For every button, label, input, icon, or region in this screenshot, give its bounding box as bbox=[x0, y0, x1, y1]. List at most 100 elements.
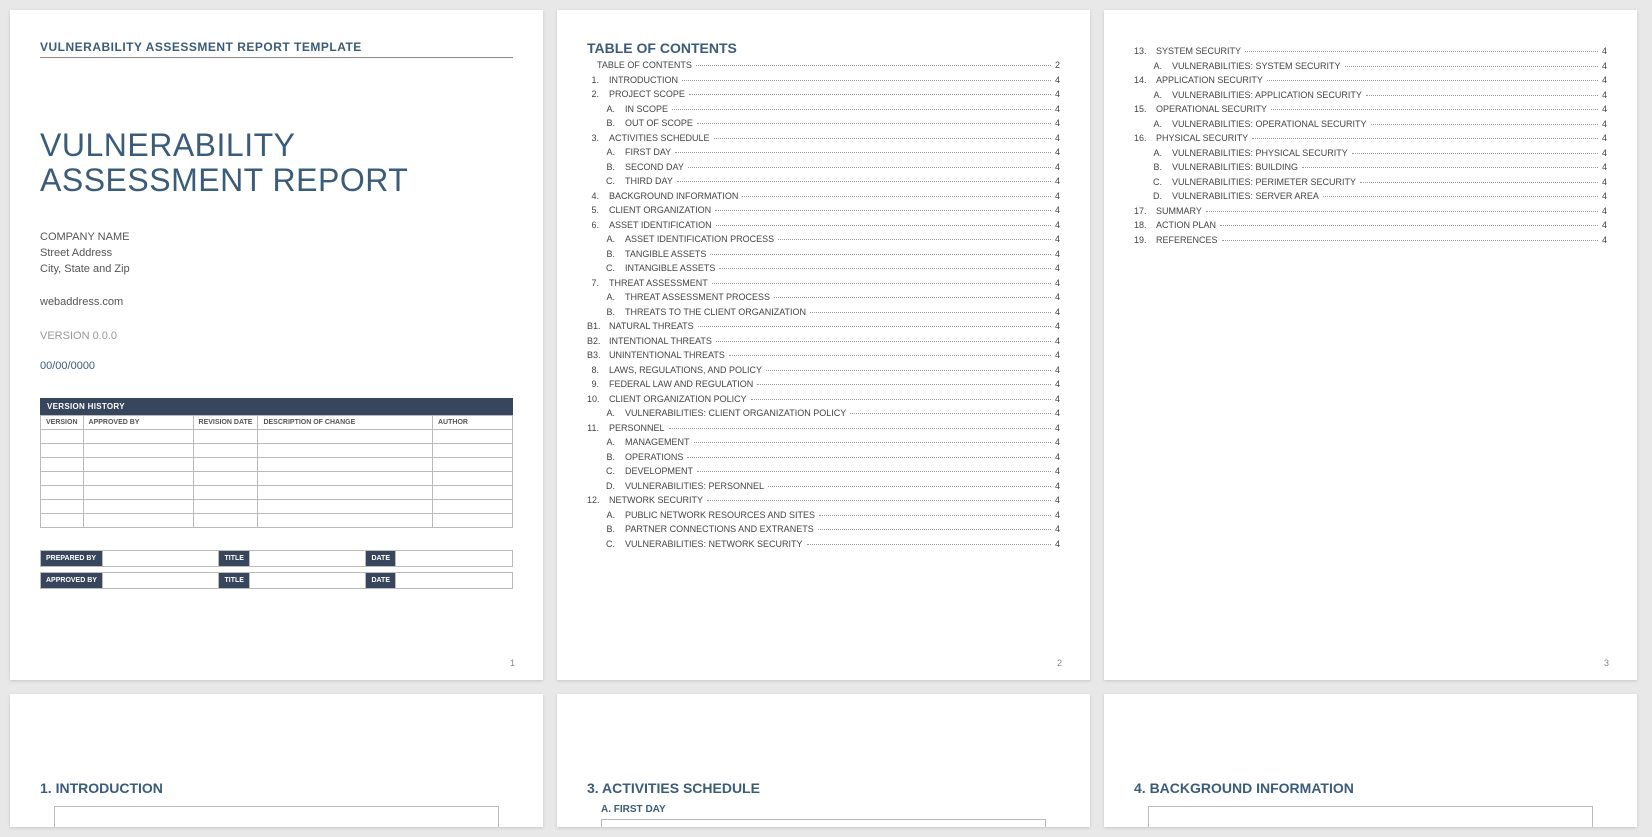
toc-label: NETWORK SECURITY bbox=[609, 495, 703, 505]
table-row bbox=[41, 500, 513, 514]
section-introduction: 1. INTRODUCTION bbox=[40, 780, 513, 796]
page-2: TABLE OF CONTENTS TABLE OF CONTENTS21.IN… bbox=[557, 10, 1090, 680]
toc-dots bbox=[712, 283, 1051, 284]
toc-row: A.ASSET IDENTIFICATION PROCESS4 bbox=[587, 234, 1060, 244]
section-background: 4. BACKGROUND INFORMATION bbox=[1134, 780, 1607, 796]
toc-label: ACTIVITIES SCHEDULE bbox=[609, 133, 710, 143]
toc-row: 17.SUMMARY4 bbox=[1134, 206, 1607, 216]
toc-label: PHYSICAL SECURITY bbox=[1156, 133, 1248, 143]
toc-dots bbox=[1271, 109, 1598, 110]
table-row bbox=[41, 458, 513, 472]
toc-dots bbox=[707, 500, 1051, 501]
toc-page: 4 bbox=[1602, 235, 1607, 245]
toc-row: A.VULNERABILITIES: SYSTEM SECURITY4 bbox=[1134, 61, 1607, 71]
toc-row: B.TANGIBLE ASSETS4 bbox=[587, 249, 1060, 259]
toc-dots bbox=[672, 109, 1051, 110]
toc-marker: 18. bbox=[1134, 220, 1156, 230]
toc-row: 11.PERSONNEL4 bbox=[587, 423, 1060, 433]
page-number: 1 bbox=[510, 658, 515, 668]
toc-label: APPLICATION SECURITY bbox=[1156, 75, 1263, 85]
template-header-text: VULNERABILITY ASSESSMENT REPORT TEMPLATE bbox=[40, 40, 362, 54]
version-history-block: VERSION HISTORY VERSION APPROVED BY REVI… bbox=[40, 398, 513, 528]
toc-row: A.VULNERABILITIES: OPERATIONAL SECURITY4 bbox=[1134, 119, 1607, 129]
toc-marker: A. bbox=[1134, 61, 1172, 71]
toc-marker: D. bbox=[587, 481, 625, 491]
toc-dots bbox=[1220, 225, 1598, 226]
table-row bbox=[41, 430, 513, 444]
toc-page: 2 bbox=[1055, 60, 1060, 70]
toc-row: C.VULNERABILITIES: NETWORK SECURITY4 bbox=[587, 539, 1060, 549]
pages-container: VULNERABILITY ASSESSMENT REPORT TEMPLATE… bbox=[10, 10, 1642, 827]
toc-row: B.VULNERABILITIES: BUILDING4 bbox=[1134, 162, 1607, 172]
toc-label: VULNERABILITIES: SERVER AREA bbox=[1172, 191, 1319, 201]
toc-dots bbox=[766, 370, 1051, 371]
toc-label: OUT OF SCOPE bbox=[625, 118, 693, 128]
toc-label: INTANGIBLE ASSETS bbox=[625, 263, 715, 273]
toc-row: 4.BACKGROUND INFORMATION4 bbox=[587, 191, 1060, 201]
toc-label: ASSET IDENTIFICATION bbox=[609, 220, 712, 230]
toc-page: 4 bbox=[1055, 365, 1060, 375]
toc-dots bbox=[1267, 80, 1598, 81]
title-line-2: ASSESSMENT REPORT bbox=[40, 163, 513, 198]
toc-dots bbox=[1252, 138, 1598, 139]
version-label: VERSION 0.0.0 bbox=[40, 330, 513, 342]
toc-dots bbox=[694, 442, 1051, 443]
toc-row: 6.ASSET IDENTIFICATION4 bbox=[587, 220, 1060, 230]
page-4: 1. INTRODUCTION bbox=[10, 694, 543, 827]
toc-dots bbox=[675, 152, 1051, 153]
toc-row: D.VULNERABILITIES: SERVER AREA4 bbox=[1134, 191, 1607, 201]
toc-page: 4 bbox=[1055, 162, 1060, 172]
toc-page: 4 bbox=[1055, 495, 1060, 505]
toc-marker: 6. bbox=[587, 220, 609, 230]
toc-label: TANGIBLE ASSETS bbox=[625, 249, 706, 259]
toc-label: VULNERABILITIES: APPLICATION SECURITY bbox=[1172, 90, 1362, 100]
toc-row: TABLE OF CONTENTS2 bbox=[587, 60, 1060, 70]
toc-heading: TABLE OF CONTENTS bbox=[587, 40, 1060, 56]
toc-marker: 12. bbox=[587, 495, 609, 505]
toc-dots bbox=[742, 196, 1051, 197]
toc-marker: 5. bbox=[587, 205, 609, 215]
toc-page: 4 bbox=[1055, 437, 1060, 447]
page-number: 3 bbox=[1604, 658, 1609, 668]
version-history-title: VERSION HISTORY bbox=[40, 398, 513, 415]
street-address: Street Address bbox=[40, 246, 513, 262]
header-divider bbox=[40, 57, 513, 58]
toc-label: LAWS, REGULATIONS, AND POLICY bbox=[609, 365, 762, 375]
document-title: VULNERABILITY ASSESSMENT REPORT bbox=[40, 128, 513, 198]
toc-row: B.SECOND DAY4 bbox=[587, 162, 1060, 172]
date-label-cell: DATE bbox=[366, 551, 396, 567]
toc-row: C.INTANGIBLE ASSETS4 bbox=[587, 263, 1060, 273]
toc-row: 9.FEDERAL LAW AND REGULATION4 bbox=[587, 379, 1060, 389]
toc-marker: A. bbox=[587, 292, 625, 302]
toc-dots bbox=[1360, 182, 1598, 183]
toc-page: 4 bbox=[1055, 104, 1060, 114]
toc-dots bbox=[696, 65, 1051, 66]
toc-marker: 2. bbox=[587, 89, 609, 99]
toc-label: VULNERABILITIES: NETWORK SECURITY bbox=[625, 539, 803, 549]
toc-page: 4 bbox=[1055, 234, 1060, 244]
toc-row: 7.THREAT ASSESSMENT4 bbox=[587, 278, 1060, 288]
toc-page: 4 bbox=[1055, 423, 1060, 433]
toc-dots bbox=[689, 94, 1051, 95]
toc-dots bbox=[682, 80, 1051, 81]
toc-label: THREATS TO THE CLIENT ORGANIZATION bbox=[625, 307, 806, 317]
toc-page: 4 bbox=[1602, 191, 1607, 201]
toc-row: 3.ACTIVITIES SCHEDULE4 bbox=[587, 133, 1060, 143]
table-row bbox=[41, 486, 513, 500]
section-activities: 3. ACTIVITIES SCHEDULE bbox=[587, 780, 1060, 796]
toc-page: 4 bbox=[1602, 220, 1607, 230]
toc-row: 15.OPERATIONAL SECURITY4 bbox=[1134, 104, 1607, 114]
toc-label: PUBLIC NETWORK RESOURCES AND SITES bbox=[625, 510, 815, 520]
toc-dots bbox=[698, 326, 1051, 327]
toc-page: 4 bbox=[1055, 466, 1060, 476]
toc-row: 2.PROJECT SCOPE4 bbox=[587, 89, 1060, 99]
toc-marker: A. bbox=[587, 437, 625, 447]
toc-label: INTENTIONAL THREATS bbox=[609, 336, 712, 346]
toc-label: IN SCOPE bbox=[625, 104, 668, 114]
toc-list-page2: TABLE OF CONTENTS21.INTRODUCTION42.PROJE… bbox=[587, 60, 1060, 549]
toc-label: VULNERABILITIES: PERSONNEL bbox=[625, 481, 764, 491]
toc-label: REFERENCES bbox=[1156, 235, 1218, 245]
toc-marker: C. bbox=[587, 466, 625, 476]
title-value-2 bbox=[249, 573, 366, 589]
toc-label: THREAT ASSESSMENT PROCESS bbox=[625, 292, 770, 302]
